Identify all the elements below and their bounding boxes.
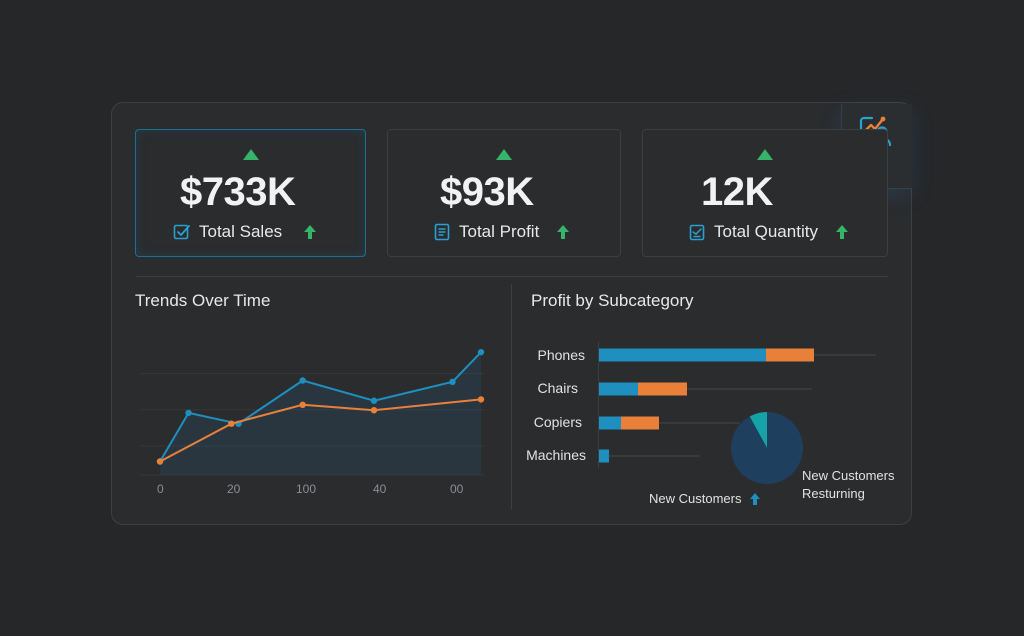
kpi-value: 12K (701, 170, 773, 214)
pie-slice-1 (731, 412, 803, 484)
kpi-card-total-sales[interactable]: $733K Total Sales (135, 129, 366, 257)
trends-title: Trends Over Time (135, 291, 271, 310)
kpi-value: $93K (440, 170, 534, 214)
trend-up-triangle-icon (242, 149, 259, 160)
legend-returning-line2: Resturning (802, 486, 865, 501)
arrow-up-icon (557, 225, 570, 239)
x-tick-label: 40 (373, 482, 387, 496)
data-point (370, 407, 378, 414)
kpi-value: $733K (180, 170, 296, 214)
data-point (299, 401, 306, 408)
bar-label-copiers: Copiers (533, 414, 582, 430)
kpi-card-total-profit[interactable]: $93K Total Profit (387, 129, 621, 257)
kpi-label: Total Sales (199, 222, 283, 241)
legend-new-label: New Customers (649, 491, 742, 506)
bar-label-chairs: Chairs (537, 380, 578, 396)
kpi-label: Total Profit (459, 222, 540, 241)
x-tick-label: 20 (227, 482, 241, 496)
x-tick-label: 100 (296, 482, 317, 496)
data-point (228, 420, 235, 427)
area-fill (160, 352, 481, 475)
arrow-up-icon (750, 493, 761, 505)
bar-chairs-1 (638, 382, 687, 396)
data-point (299, 377, 306, 384)
pie-legend-returning: New Customers Resturning (802, 467, 894, 503)
arrow-up-icon (835, 225, 848, 239)
pie-legend-new: New Customers (649, 490, 761, 508)
data-point (185, 409, 192, 417)
column-divider (511, 284, 512, 510)
trend-up-triangle-icon (496, 149, 512, 160)
x-tick-label: 0 (157, 482, 164, 496)
bar-phones-1 (766, 348, 814, 362)
data-point (449, 378, 456, 386)
trend-up-triangle-icon (757, 149, 773, 160)
legend-returning-line1: New Customers (802, 468, 895, 483)
arrow-up-icon (304, 225, 317, 239)
bar-machines-0 (598, 449, 609, 463)
data-point (477, 396, 485, 403)
customers-pie-chart[interactable] (729, 410, 805, 486)
checklist-icon (173, 224, 190, 240)
bar-copiers-0 (598, 416, 621, 430)
bar-chairs-0 (598, 382, 638, 396)
document-icon (434, 223, 450, 241)
data-point (477, 348, 485, 356)
trends-line-chart[interactable] (140, 330, 490, 480)
bar-phones-0 (598, 348, 766, 362)
clipboard-icon (689, 224, 705, 241)
bar-label-phones: Phones (537, 347, 585, 363)
profit-title: Profit by Subcategory (531, 291, 694, 310)
x-tick-label: 00 (450, 482, 464, 496)
data-point (156, 458, 164, 465)
bar-copiers-1 (621, 416, 659, 430)
kpi-card-total-quantity[interactable]: 12K Total Quantity (642, 129, 888, 257)
bar-label-machines: Machines (526, 447, 586, 463)
section-divider (136, 276, 888, 277)
data-point (370, 397, 378, 404)
kpi-label: Total Quantity (714, 222, 818, 241)
